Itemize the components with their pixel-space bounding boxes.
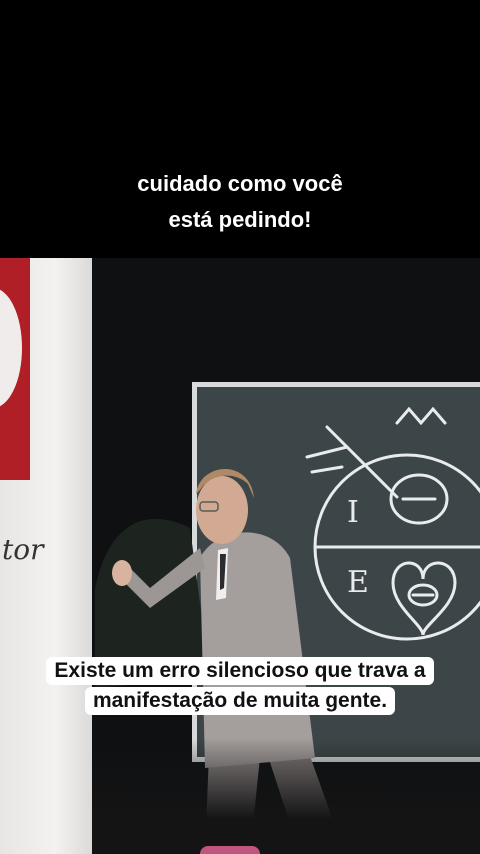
subtitle-line-1: Existe um erro silencioso que trava a [46, 657, 434, 685]
video-frame[interactable]: tor I E [0, 258, 480, 854]
presenter-head [196, 476, 248, 544]
top-black-band: cuidado como você está pedindo! [0, 0, 480, 258]
top-caption-line-1: cuidado como você [137, 171, 343, 196]
subtitle: Existe um erro silencioso que trava a ma… [0, 656, 480, 716]
top-caption: cuidado como você está pedindo! [0, 166, 480, 238]
subtitle-line-2: manifestação de muita gente. [84, 687, 396, 715]
top-caption-line-2: está pedindo! [168, 207, 312, 232]
presenter-jacket [200, 532, 315, 768]
floor-shadow [92, 738, 480, 854]
pink-element [200, 846, 260, 854]
presenter-hand [112, 560, 132, 586]
